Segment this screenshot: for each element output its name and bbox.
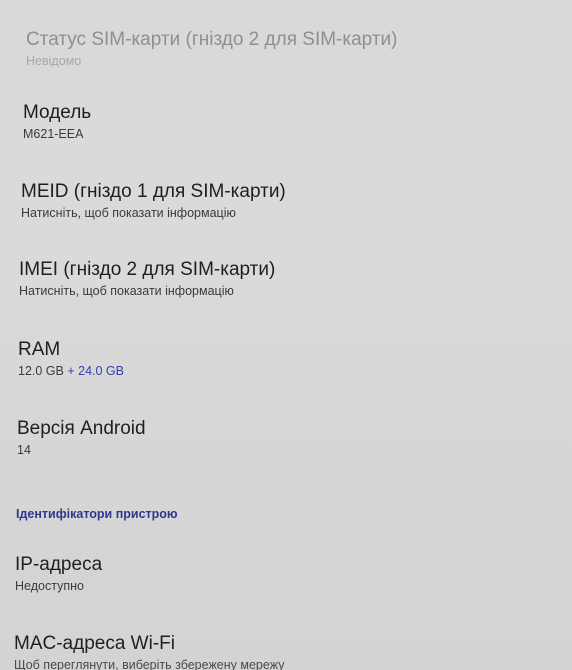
sim-status-item[interactable]: Статус SIM-карти (гніздо 2 для SIM-карти… bbox=[2, 28, 562, 70]
android-version-item[interactable]: Версія Android 14 bbox=[0, 417, 553, 459]
device-identifiers-section-header: Ідентифікатори пристрою bbox=[16, 507, 178, 521]
about-device-screen: Статус SIM-карти (гніздо 2 для SIM-карти… bbox=[0, 0, 572, 670]
meid-title: MEID (гніздо 1 для SIM-карти) bbox=[21, 181, 286, 202]
ram-summary: 12.0 GB + 24.0 GB bbox=[18, 362, 554, 380]
meid-summary: Натисніть, щоб показати інформацію bbox=[21, 206, 236, 220]
imei-item[interactable]: IMEI (гніздо 2 для SIM-карти) Натисніть,… bbox=[0, 258, 555, 300]
imei-title: IMEI (гніздо 2 для SIM-карти) bbox=[19, 259, 276, 280]
ram-item[interactable]: RAM 12.0 GB + 24.0 GB bbox=[0, 338, 554, 380]
model-summary: M621-EEA bbox=[23, 127, 84, 141]
imei-summary: Натисніть, щоб показати інформацію bbox=[19, 284, 234, 298]
android-version-summary: 14 bbox=[17, 443, 31, 457]
model-title: Модель bbox=[23, 102, 92, 123]
sim-status-title: Статус SIM-карти (гніздо 2 для SIM-карти… bbox=[26, 29, 398, 50]
sim-status-summary: Невідомо bbox=[26, 54, 82, 68]
meid-item[interactable]: MEID (гніздо 1 для SIM-карти) Натисніть,… bbox=[0, 180, 557, 222]
ip-address-summary: Недоступно bbox=[15, 579, 84, 593]
ram-title: RAM bbox=[18, 339, 61, 360]
ram-base-value: 12.0 GB bbox=[18, 364, 64, 378]
mac-address-title: MAC-адреса Wi-Fi bbox=[14, 633, 175, 654]
model-item[interactable]: Модель M621-EEA bbox=[0, 101, 559, 143]
ip-address-item[interactable]: IP-адреса Недоступно bbox=[0, 553, 551, 595]
ip-address-title: IP-адреса bbox=[15, 554, 103, 575]
android-version-title: Версія Android bbox=[17, 418, 146, 439]
mac-address-item[interactable]: MAC-адреса Wi-Fi Щоб переглянути, вибері… bbox=[0, 632, 550, 670]
ram-extended-value: + 24.0 GB bbox=[63, 364, 124, 378]
mac-address-summary: Щоб переглянути, виберіть збережену мере… bbox=[14, 658, 285, 670]
